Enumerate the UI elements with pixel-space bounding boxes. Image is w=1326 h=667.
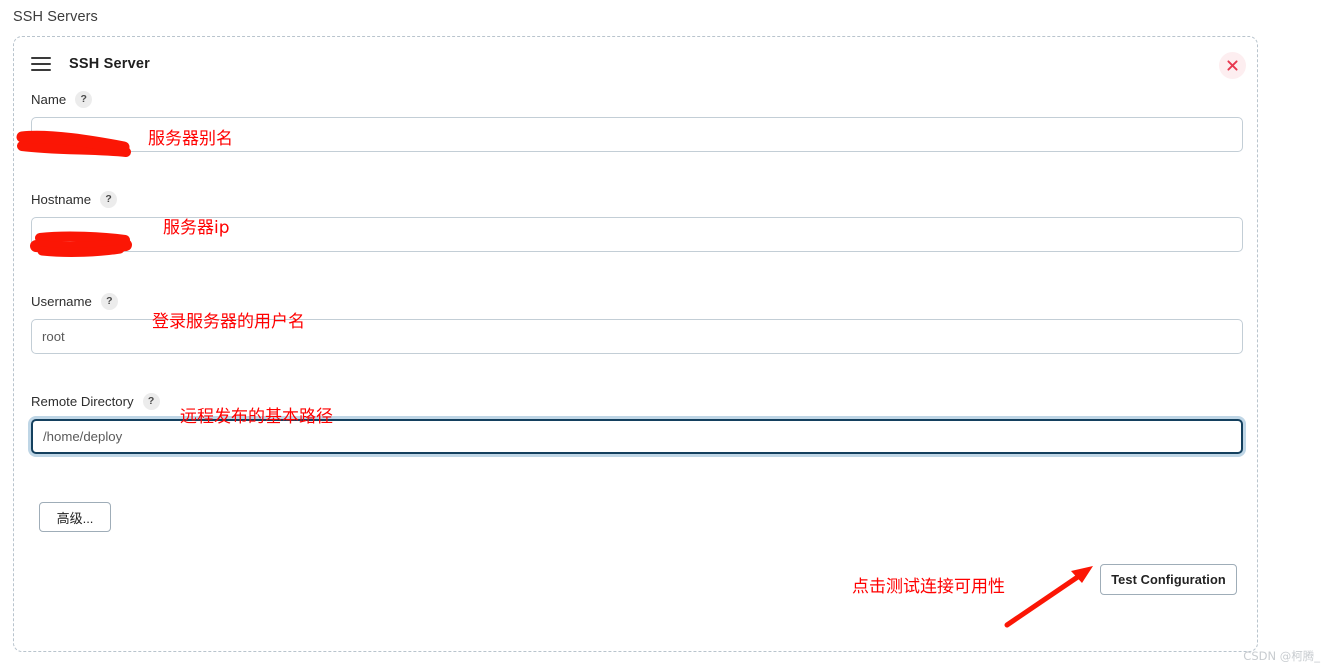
remote-directory-input[interactable] <box>31 419 1243 454</box>
page-title: SSH Servers <box>13 9 98 25</box>
field-hostname: Hostname ? <box>31 190 1243 252</box>
field-label-row: Hostname ? <box>31 190 1243 208</box>
watermark: CSDN @柯腾_ <box>1243 649 1320 663</box>
hamburger-icon[interactable] <box>31 57 51 71</box>
advanced-button[interactable]: 高级... <box>39 502 111 532</box>
field-username: Username ? <box>31 292 1243 354</box>
username-input[interactable] <box>31 319 1243 354</box>
name-input[interactable] <box>31 117 1243 152</box>
field-label-username: Username <box>31 293 92 309</box>
field-label-row: Username ? <box>31 292 1243 310</box>
field-label-name: Name <box>31 91 67 107</box>
close-button[interactable] <box>1219 52 1246 79</box>
field-label-row: Name ? <box>31 90 1243 108</box>
help-icon-name[interactable]: ? <box>75 90 93 108</box>
panel-title: SSH Server <box>69 56 150 72</box>
panel-header: SSH Server <box>31 56 150 72</box>
field-remote-directory: Remote Directory ? <box>31 392 1243 454</box>
field-label-remote-directory: Remote Directory <box>31 393 134 409</box>
help-icon-username[interactable]: ? <box>100 292 118 310</box>
help-icon-hostname[interactable]: ? <box>100 190 118 208</box>
ssh-server-panel: SSH Server Name ? Hostname ? Username ? <box>13 36 1258 652</box>
close-x-icon <box>1227 60 1238 71</box>
hostname-input[interactable] <box>31 217 1243 252</box>
field-label-row: Remote Directory ? <box>31 392 1243 410</box>
field-name: Name ? <box>31 90 1243 152</box>
help-icon-remote-directory[interactable]: ? <box>142 392 160 410</box>
test-configuration-button[interactable]: Test Configuration <box>1100 564 1237 595</box>
field-label-hostname: Hostname <box>31 191 92 207</box>
